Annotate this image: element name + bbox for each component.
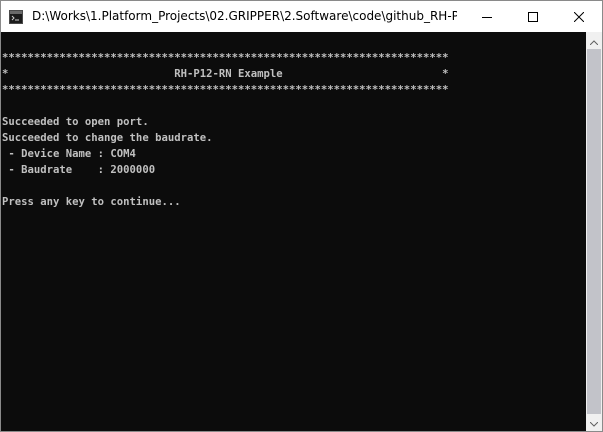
maximize-button[interactable] [510,1,556,32]
minimize-button[interactable] [464,1,510,32]
scrollbar-thumb[interactable] [587,49,601,414]
console-line: - Device Name : COM4 [2,148,136,160]
console-line: Succeeded to change the baudrate. [2,132,213,144]
maximize-icon [528,7,538,26]
console-app-icon[interactable] [9,9,23,24]
scroll-up-arrow-icon [589,32,599,50]
vertical-scrollbar[interactable] [586,32,602,431]
scroll-up-button[interactable] [586,32,602,49]
title-bar[interactable]: D:\Works\1.Platform_Projects\02.GRIPPER\… [1,1,602,32]
scroll-down-arrow-icon [589,414,599,432]
console-window: D:\Works\1.Platform_Projects\02.GRIPPER\… [0,0,603,432]
console-line: ****************************************… [2,84,449,96]
console-line: ****************************************… [2,52,449,64]
scroll-down-button[interactable] [586,414,602,431]
console-line: - Baudrate : 2000000 [2,164,156,176]
console-output-area[interactable]: ****************************************… [1,32,586,431]
minimize-icon [482,7,492,26]
console-line: Succeeded to open port. [2,116,149,128]
console-line: * RH-P12-RN Example * [2,68,449,80]
close-icon [573,7,585,26]
console-text: ****************************************… [2,50,448,210]
console-line: Press any key to continue... [2,196,181,208]
close-button[interactable] [556,1,602,32]
window-title: D:\Works\1.Platform_Projects\02.GRIPPER\… [32,9,457,23]
